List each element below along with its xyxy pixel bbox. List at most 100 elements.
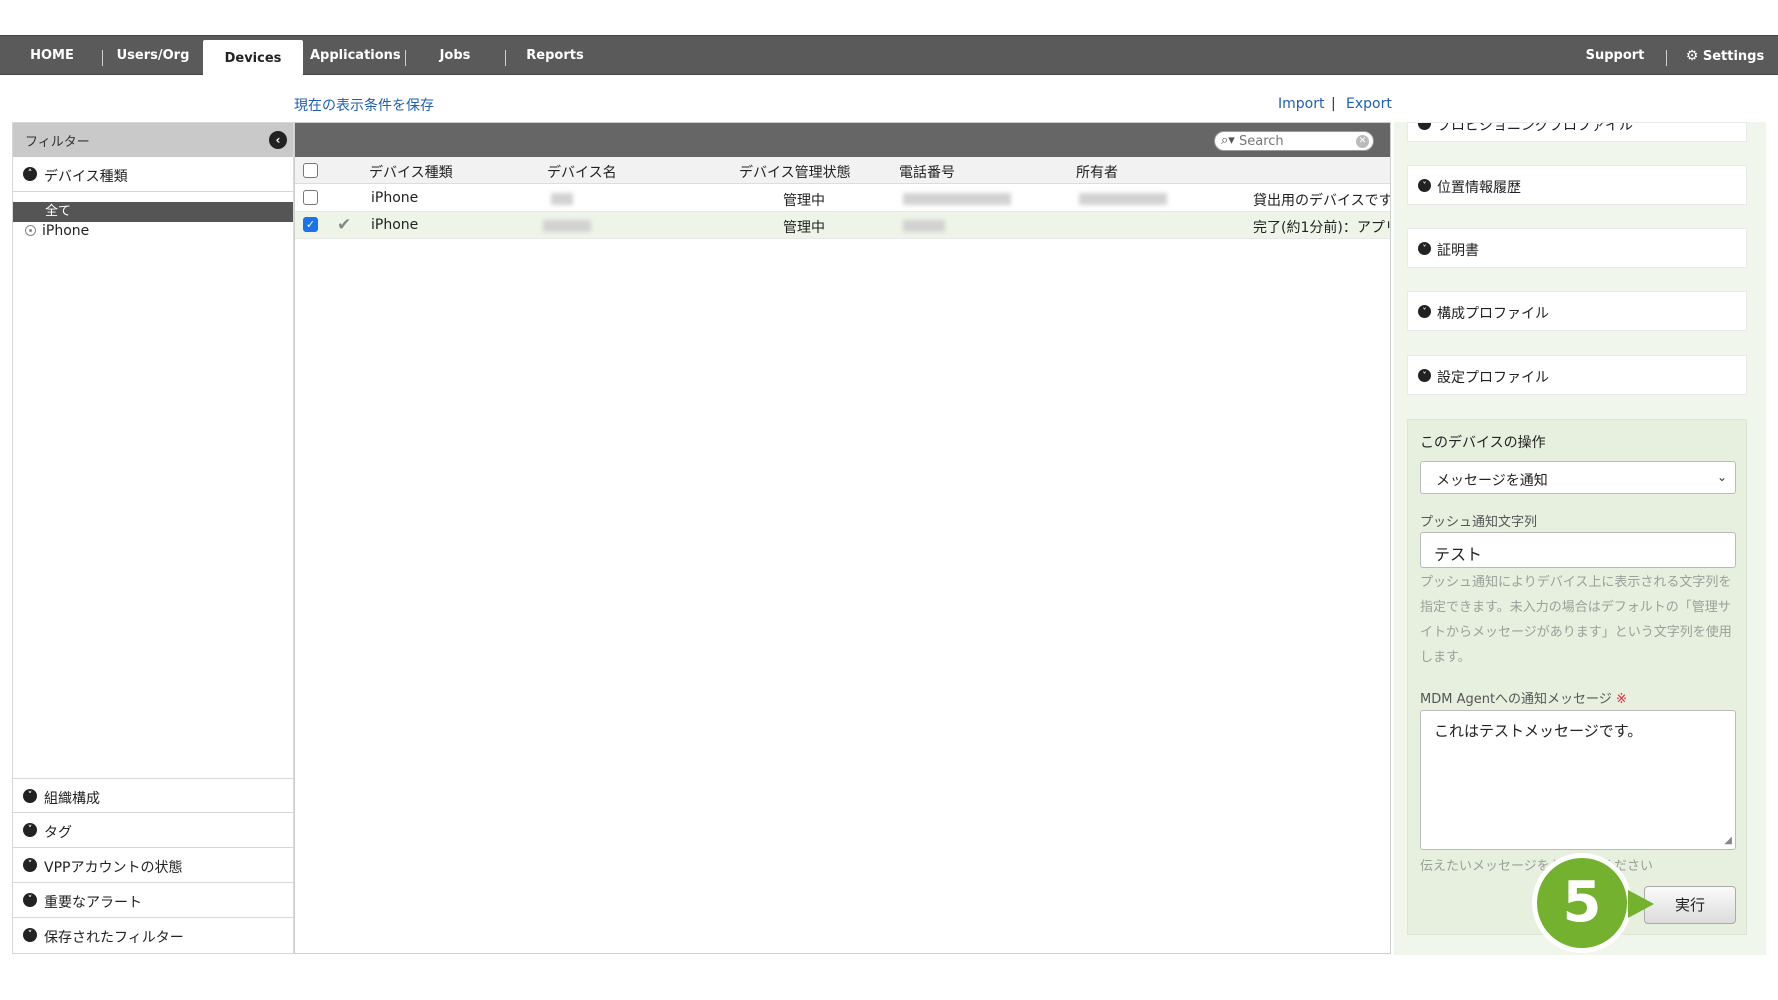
check-icon: ✔ (337, 215, 352, 235)
section-certificates[interactable]: ˅ 証明書 (1407, 228, 1747, 268)
save-view-link[interactable]: 現在の表示条件を保存 (294, 95, 434, 115)
collapse-left-icon[interactable]: ‹ (269, 131, 287, 149)
nav-separator (1666, 50, 1667, 66)
push-string-label: プッシュ通知文字列 (1420, 515, 1538, 530)
nav-users-org[interactable]: Users/Org (110, 36, 196, 75)
push-string-input[interactable]: テスト (1420, 532, 1736, 568)
operations-title: このデバイスの操作 (1420, 435, 1546, 451)
section-label: 位置情報履歴 (1437, 180, 1521, 196)
section-label: プロビジョニングプロファイル (1437, 122, 1633, 134)
cell-device-type: iPhone (371, 190, 419, 206)
chevron-down-icon: ˅ (1418, 242, 1431, 255)
gear-icon: ⚙ (1685, 48, 1699, 64)
import-link[interactable]: Import (1278, 96, 1324, 112)
column-phone-number[interactable]: 電話番号 (899, 162, 955, 182)
table-row[interactable]: ✓ ✔ iPhone 管理中 完了(約1分前)：アプリ (295, 212, 1390, 239)
search-icon: ⌕▾ (1221, 133, 1235, 148)
iphone-option-label: iPhone (42, 223, 90, 239)
nav-settings[interactable]: ⚙ Settings (1680, 36, 1770, 75)
sidebar-section-vpp[interactable]: ˅ VPPアカウントの状態 (13, 848, 293, 883)
sidebar-section-org[interactable]: ˅ 組織構成 (13, 778, 293, 813)
section-location-history[interactable]: ˅ 位置情報履歴 (1407, 165, 1747, 205)
filter-option-all[interactable]: 全て (13, 202, 293, 222)
clear-icon[interactable]: ✕ (1356, 135, 1369, 148)
chevron-down-icon: ˅ (23, 789, 37, 803)
step-arrow-icon (1628, 890, 1654, 918)
search-placeholder: Search (1239, 134, 1284, 149)
column-device-name[interactable]: デバイス名 (547, 162, 617, 182)
sidebar-section-alerts[interactable]: ˅ 重要なアラート (13, 883, 293, 918)
nav-reports[interactable]: Reports (520, 36, 590, 75)
nav-home[interactable]: HOME (14, 36, 90, 75)
chevron-down-icon: ˅ (23, 893, 37, 907)
cell-device-type: iPhone (371, 217, 419, 233)
filter-header: フィルター ‹ (13, 123, 293, 157)
section-label: 証明書 (1437, 243, 1479, 259)
sidebar-section-label: VPPアカウントの状態 (44, 860, 183, 876)
redacted-device-name (543, 220, 591, 232)
search-box[interactable]: ⌕▾ Search ✕ (1214, 131, 1374, 151)
export-link[interactable]: Export (1346, 96, 1392, 112)
nav-support[interactable]: Support (1580, 36, 1650, 75)
push-string-value: テスト (1434, 545, 1483, 564)
filter-label: フィルター (25, 135, 90, 150)
nav-separator (405, 50, 406, 66)
chevron-down-icon: ⌄ (1716, 470, 1727, 484)
row-checkbox[interactable] (303, 190, 318, 205)
sidebar-section-label: 重要なアラート (44, 895, 142, 911)
run-button[interactable]: 実行 (1644, 886, 1736, 924)
nav-separator (102, 50, 103, 66)
radio-icon (25, 225, 36, 236)
top-navigation: HOME Users/Org Devices Applications Jobs… (0, 35, 1778, 77)
action-select[interactable]: メッセージを通知 ⌄ (1420, 461, 1736, 494)
cell-management-state: 管理中 (783, 220, 825, 236)
nav-devices[interactable]: Devices (203, 40, 303, 77)
agent-message-label: MDM Agentへの通知メッセージ ※ (1420, 688, 1627, 707)
section-config-profiles[interactable]: ˅ 構成プロファイル (1407, 291, 1747, 331)
push-string-help: プッシュ通知によりデバイス上に表示される文字列を指定できます。未入力の場合はデフ… (1420, 575, 1732, 665)
table-toolbar: ⌕▾ Search ✕ (295, 123, 1390, 157)
required-mark: ※ (1615, 692, 1627, 707)
redacted-owner (1079, 193, 1167, 205)
filter-option-iphone[interactable]: iPhone (25, 223, 89, 239)
sidebar-section-tag[interactable]: ˅ タグ (13, 813, 293, 848)
device-type-label: デバイス種類 (44, 169, 128, 185)
chevron-down-icon: ˅ (1418, 179, 1431, 192)
chevron-down-icon: ˅ (1418, 369, 1431, 382)
redacted-phone-number (903, 193, 1011, 205)
section-settings-profiles[interactable]: ˅ 設定プロファイル (1407, 355, 1747, 395)
cell-management-state: 管理中 (783, 193, 825, 209)
redacted-device-name (551, 193, 573, 205)
filter-sidebar: フィルター ‹ ˄ デバイス種類 全て iPhone ˅ 組織構成 ˅ タグ ˅… (12, 122, 294, 954)
cell-note: 完了(約1分前)：アプリ (1253, 220, 1390, 236)
nav-separator (505, 50, 506, 66)
sidebar-section-label: 組織構成 (44, 791, 100, 807)
device-type-section[interactable]: ˄ デバイス種類 (13, 157, 293, 192)
nav-applications[interactable]: Applications (310, 36, 401, 75)
table-row[interactable]: iPhone 管理中 貸出用のデバイスです (295, 185, 1390, 212)
table-header: デバイス種類 デバイス名 デバイス管理状態 電話番号 所有者 (295, 157, 1390, 184)
agent-message-label-text: MDM Agentへの通知メッセージ (1420, 692, 1612, 707)
nav-jobs[interactable]: Jobs (420, 36, 490, 75)
agent-message-textarea[interactable]: これはテストメッセージです。 ◢ (1420, 710, 1736, 850)
section-provisioning-profile[interactable]: ˅ プロビジョニングプロファイル (1407, 122, 1747, 142)
sidebar-section-label: タグ (44, 825, 72, 841)
column-management-state[interactable]: デバイス管理状態 (739, 162, 851, 182)
resize-handle-icon[interactable]: ◢ (1724, 835, 1732, 846)
chevron-down-icon: ˅ (1418, 305, 1431, 318)
sidebar-section-label: 保存されたフィルター (44, 930, 184, 946)
step-number-badge: 5 (1532, 853, 1632, 953)
column-device-type[interactable]: デバイス種類 (369, 162, 453, 182)
chevron-down-icon: ˅ (23, 928, 37, 942)
select-all-checkbox[interactable] (303, 163, 318, 178)
cell-note: 貸出用のデバイスです (1253, 193, 1390, 209)
device-table-panel: ⌕▾ Search ✕ デバイス種類 デバイス名 デバイス管理状態 電話番号 所… (294, 122, 1391, 954)
chevron-up-icon: ˄ (23, 167, 37, 181)
section-label: 構成プロファイル (1437, 306, 1549, 322)
agent-message-value: これはテストメッセージです。 (1434, 722, 1643, 740)
row-checkbox-checked[interactable]: ✓ (303, 217, 318, 232)
action-select-value: メッセージを通知 (1436, 473, 1548, 489)
sidebar-section-saved-filters[interactable]: ˅ 保存されたフィルター (13, 918, 293, 953)
column-owner[interactable]: 所有者 (1076, 162, 1118, 182)
section-label: 設定プロファイル (1437, 370, 1549, 386)
